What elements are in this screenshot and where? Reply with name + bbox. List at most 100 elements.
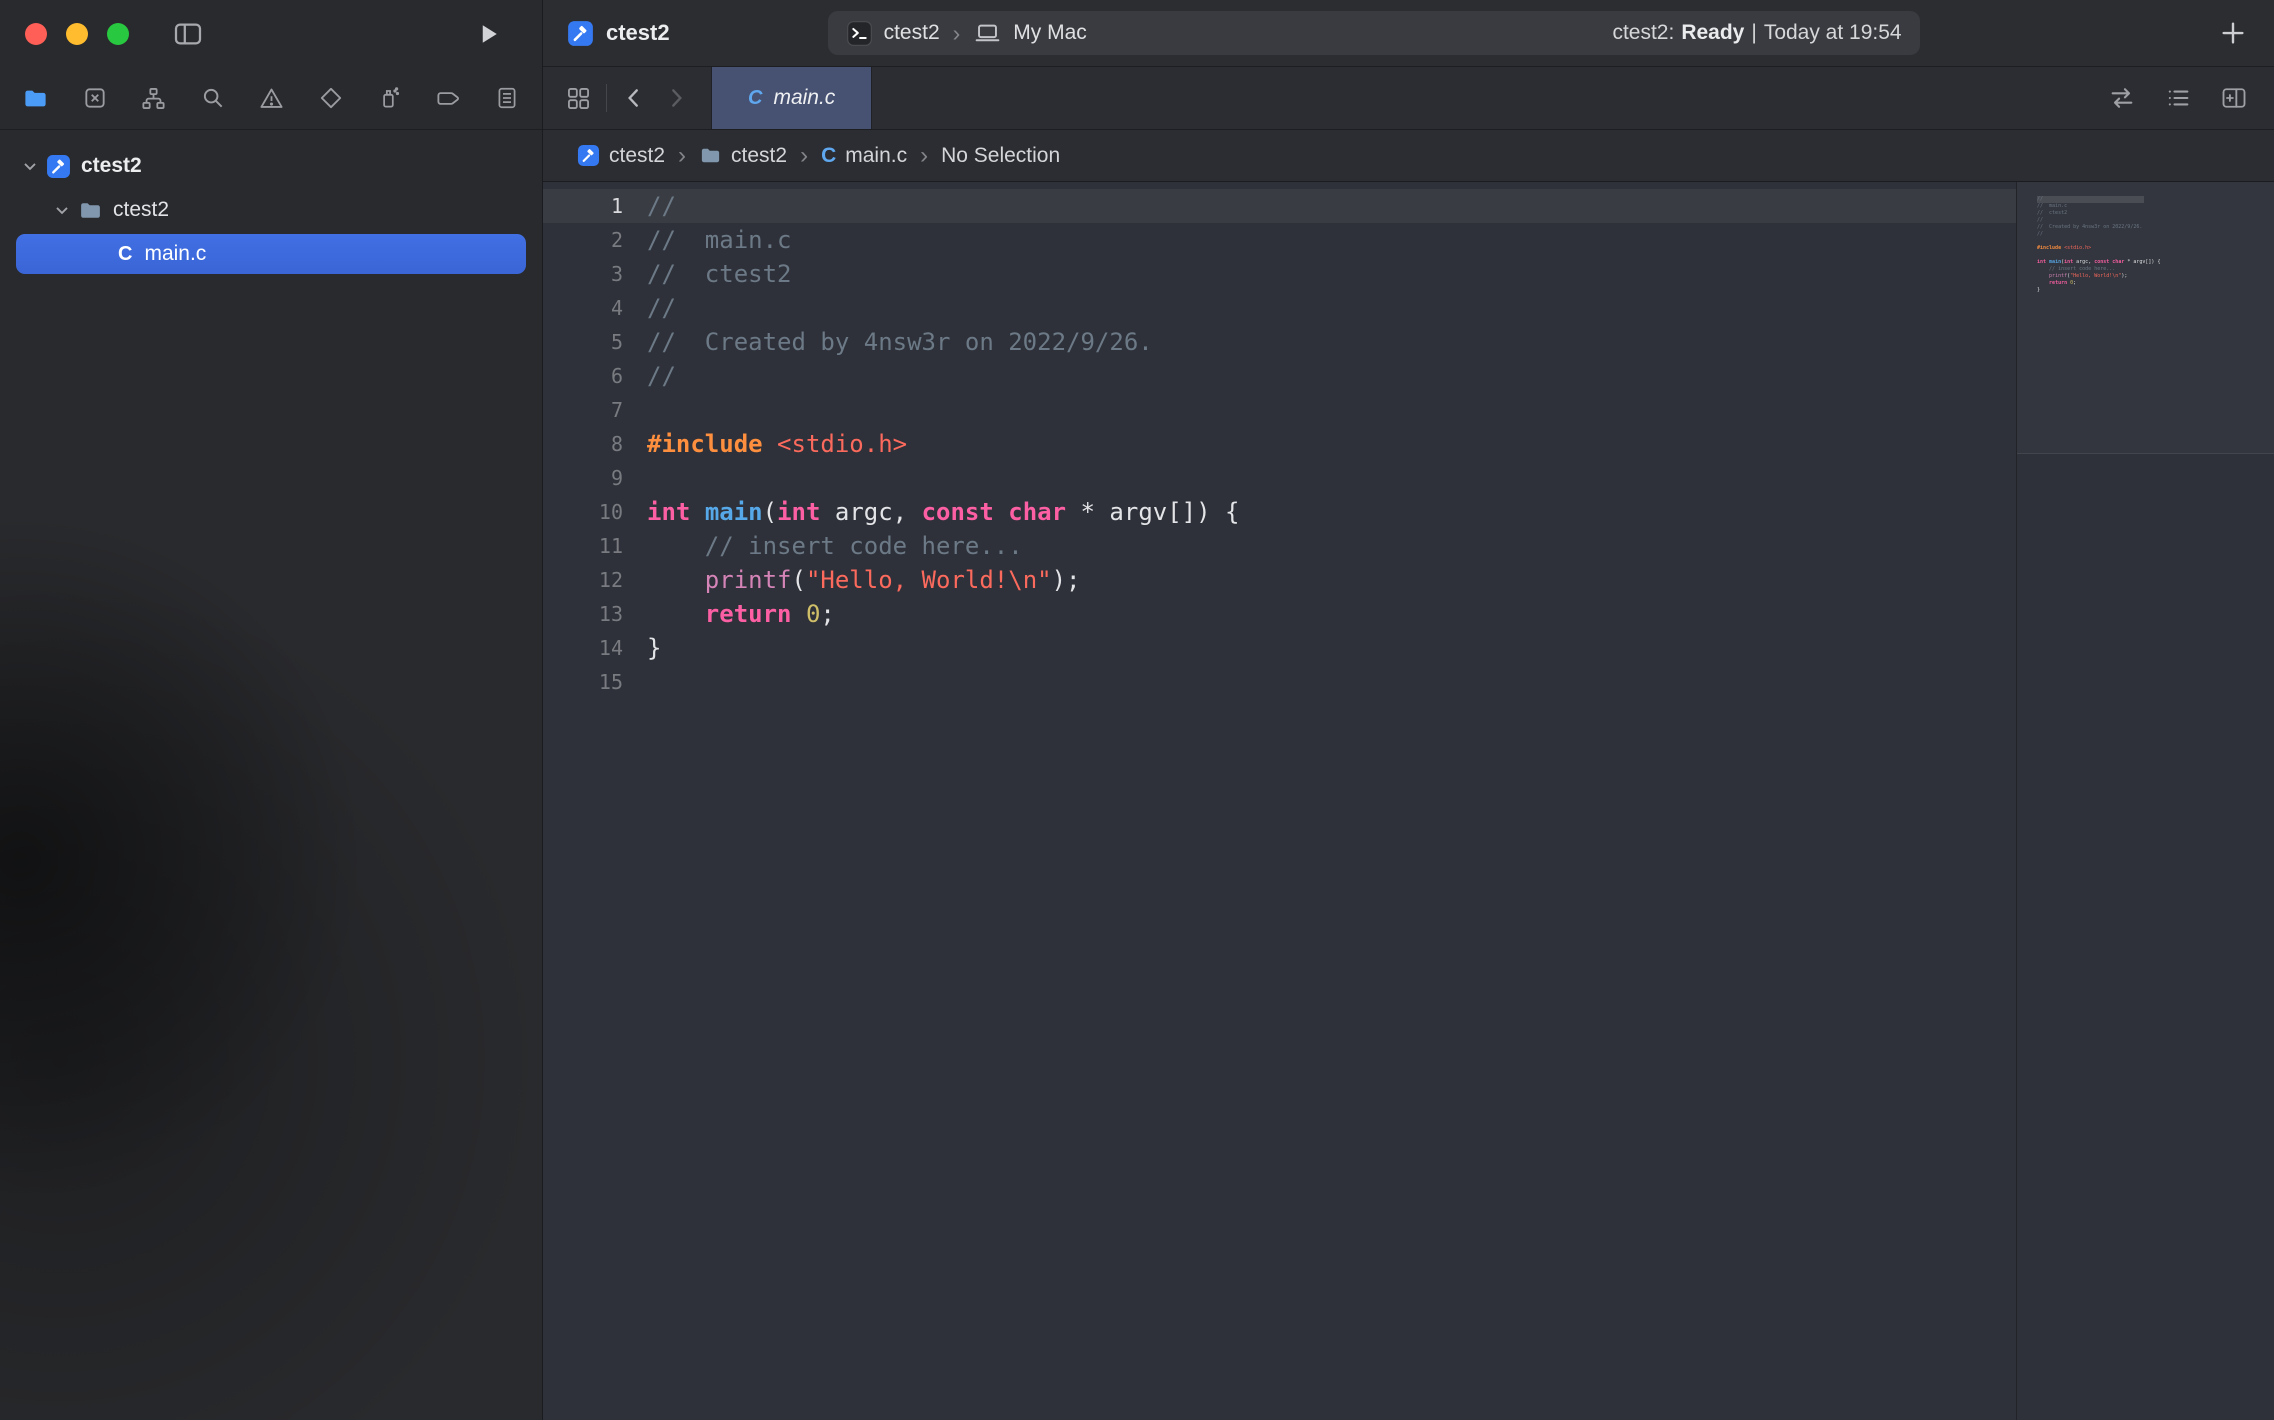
editor-area: 1//2// main.c3// ctest24//5// Created by… — [543, 182, 2274, 1420]
code-line[interactable]: 11 // insert code here... — [543, 529, 2016, 563]
tree-row-file-selected[interactable]: C main.c — [16, 234, 526, 274]
activity-status[interactable]: ctest2: Ready | Today at 19:54 — [1612, 21, 1901, 45]
code-line[interactable]: 1// — [543, 189, 2016, 223]
code-text: #include <stdio.h> — [647, 427, 2016, 461]
tree-row-project[interactable]: ctest2 — [0, 144, 542, 188]
line-number[interactable]: 13 — [543, 597, 647, 631]
line-number[interactable]: 6 — [543, 359, 647, 393]
code-segment: ); — [1052, 566, 1081, 594]
line-number[interactable]: 5 — [543, 325, 647, 359]
jumpbar-crumb-file[interactable]: C main.c — [821, 144, 907, 168]
close-window-button[interactable] — [25, 23, 47, 45]
navigator-icon-bar — [0, 67, 542, 130]
code-line[interactable]: 12 printf("Hello, World!\n"); — [543, 563, 2016, 597]
tab-label: main.c — [773, 86, 835, 110]
line-number[interactable]: 10 — [543, 495, 647, 529]
report-navigator-icon[interactable] — [494, 85, 520, 111]
line-number[interactable]: 1 — [543, 189, 647, 223]
code-text — [647, 393, 2016, 427]
code-line[interactable]: 4// — [543, 291, 2016, 325]
library-plus-button[interactable] — [2218, 18, 2248, 48]
code-line[interactable]: 6// — [543, 359, 2016, 393]
line-number[interactable]: 2 — [543, 223, 647, 257]
line-number[interactable]: 15 — [543, 665, 647, 699]
code-text: } — [647, 631, 2016, 665]
chevron-separator: › — [953, 20, 961, 47]
sidebar-toggle-icon[interactable] — [172, 18, 204, 50]
debug-navigator-icon[interactable] — [376, 85, 402, 111]
code-line[interactable]: 3// ctest2 — [543, 257, 2016, 291]
line-number[interactable]: 12 — [543, 563, 647, 597]
code-segment: // insert code here... — [705, 532, 1023, 560]
minimap-line: int main(int argc, const char * argv[]) … — [2037, 259, 2274, 266]
go-forward-button[interactable] — [663, 85, 689, 111]
tree-label: ctest2 — [113, 198, 169, 222]
test-navigator-icon[interactable] — [318, 85, 344, 111]
navigator-sidebar: ctest2 ctest2 C main.c — [0, 0, 543, 1420]
status-separator: | — [1751, 21, 1756, 45]
crumb-label: main.c — [845, 144, 907, 168]
jumpbar-crumb-project[interactable]: ctest2 — [577, 144, 665, 168]
minimap[interactable]: //// main.c// ctest2//// Created by 4nsw… — [2016, 182, 2274, 1420]
find-navigator-icon[interactable] — [200, 85, 226, 111]
code-segment: // — [647, 294, 676, 322]
code-line[interactable]: 7 — [543, 393, 2016, 427]
line-number[interactable]: 7 — [543, 393, 647, 427]
minimap-line: // insert code here... — [2037, 266, 2274, 273]
code-segment: // — [647, 362, 676, 390]
source-control-navigator-icon[interactable] — [82, 85, 108, 111]
code-segment: char — [1008, 498, 1066, 526]
symbol-navigator-icon[interactable] — [140, 85, 167, 112]
tab-overview-icon[interactable] — [565, 85, 592, 112]
laptop-icon — [973, 19, 1002, 48]
add-editor-icon[interactable] — [2220, 84, 2248, 112]
minimap-line: // main.c — [2037, 203, 2274, 210]
line-number[interactable]: 4 — [543, 291, 647, 325]
editor-tab-main-c[interactable]: C main.c — [711, 67, 872, 129]
scheme-button[interactable]: ctest2 — [884, 21, 940, 45]
code-text: printf("Hello, World!\n"); — [647, 563, 2016, 597]
crumb-label: No Selection — [941, 144, 1060, 168]
code-line[interactable]: 13 return 0; — [543, 597, 2016, 631]
code-line[interactable]: 15 — [543, 665, 2016, 699]
minimap-line — [2037, 252, 2274, 259]
line-number[interactable]: 8 — [543, 427, 647, 461]
disclosure-chevron-icon[interactable] — [52, 200, 72, 220]
disclosure-chevron-icon[interactable] — [20, 156, 40, 176]
zoom-window-button[interactable] — [107, 23, 129, 45]
code-line[interactable]: 14} — [543, 631, 2016, 665]
jumpbar-crumb-selection[interactable]: No Selection — [941, 144, 1060, 168]
minimap-line: // ctest2 — [2037, 210, 2274, 217]
code-line[interactable]: 2// main.c — [543, 223, 2016, 257]
project-navigator-icon[interactable] — [22, 85, 49, 112]
destination-button[interactable]: My Mac — [1013, 21, 1087, 45]
code-line[interactable]: 9 — [543, 461, 2016, 495]
go-back-button[interactable] — [621, 85, 647, 111]
line-number[interactable]: 14 — [543, 631, 647, 665]
issue-navigator-icon[interactable] — [258, 85, 285, 112]
line-number[interactable]: 3 — [543, 257, 647, 291]
tree-row-group[interactable]: ctest2 — [0, 188, 542, 232]
breakpoint-navigator-icon[interactable] — [435, 85, 462, 112]
code-segment — [994, 498, 1008, 526]
minimize-window-button[interactable] — [66, 23, 88, 45]
xcode-project-icon — [46, 154, 71, 179]
minimap-line: // — [2037, 231, 2274, 238]
editor-options-icon[interactable] — [2164, 84, 2192, 112]
code-segment — [792, 600, 806, 628]
code-review-icon[interactable] — [2108, 84, 2136, 112]
code-segment: ( — [763, 498, 777, 526]
code-line[interactable]: 8#include <stdio.h> — [543, 427, 2016, 461]
line-number[interactable]: 9 — [543, 461, 647, 495]
tree-label: ctest2 — [81, 154, 142, 178]
code-segment: 0 — [806, 600, 820, 628]
minimap-line: printf("Hello, World!\n"); — [2037, 273, 2274, 280]
source-editor[interactable]: 1//2// main.c3// ctest24//5// Created by… — [543, 182, 2016, 1420]
jumpbar-crumb-group[interactable]: ctest2 — [699, 144, 787, 168]
code-line[interactable]: 5// Created by 4nsw3r on 2022/9/26. — [543, 325, 2016, 359]
run-button[interactable] — [474, 20, 502, 48]
line-number[interactable]: 11 — [543, 529, 647, 563]
code-text: // — [647, 291, 2016, 325]
code-segment: <stdio.h> — [777, 430, 907, 458]
code-line[interactable]: 10int main(int argc, const char * argv[]… — [543, 495, 2016, 529]
